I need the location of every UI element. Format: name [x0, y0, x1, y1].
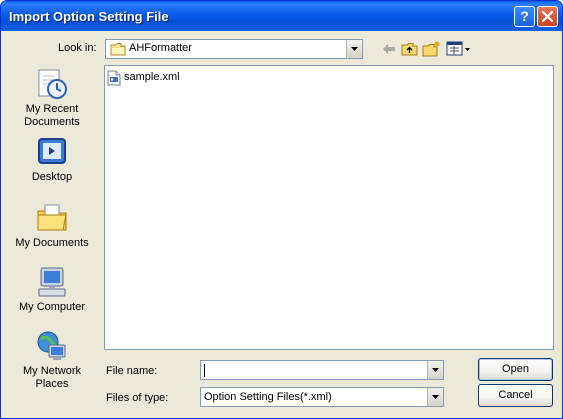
files-of-type-dropdown-button[interactable] [427, 388, 443, 406]
file-name-input[interactable] [203, 362, 423, 378]
text-caret [204, 364, 205, 377]
place-label: My Recent Documents [24, 103, 80, 128]
views-menu-button[interactable] [446, 39, 472, 59]
dialog-title: Import Option Setting File [9, 9, 169, 24]
back-arrow-icon [383, 44, 395, 54]
place-my-documents[interactable]: My Documents [5, 201, 99, 250]
look-in-dropdown[interactable]: AHFormatter [105, 39, 363, 59]
open-button[interactable]: Open [478, 358, 553, 381]
title-bar[interactable]: Import Option Setting File ? [1, 1, 562, 31]
place-my-network-places[interactable]: My Network Places [5, 329, 99, 391]
file-name-dropdown-button[interactable] [427, 361, 443, 379]
files-of-type-dropdown[interactable]: Option Setting Files(*.xml) [200, 387, 444, 407]
recent-documents-icon [38, 69, 67, 99]
files-of-type-label: Files of type: [106, 392, 169, 404]
look-in-value: AHFormatter [129, 42, 192, 54]
folder-icon [110, 43, 126, 56]
new-folder-icon [422, 41, 440, 57]
places-bar: My Recent Documents Desktop My Documents… [5, 63, 99, 391]
views-menu-icon [446, 41, 470, 56]
help-button[interactable]: ? [514, 6, 535, 27]
place-label: Desktop [31, 171, 73, 183]
new-folder-button[interactable] [422, 39, 442, 59]
place-my-recent-documents[interactable]: My Recent Documents [5, 67, 99, 129]
up-folder-icon [401, 43, 418, 56]
chevron-down-icon [432, 395, 439, 399]
my-computer-icon [38, 267, 66, 297]
network-places-icon [37, 331, 66, 360]
file-name: sample.xml [124, 71, 180, 83]
place-label: My Network Places [22, 365, 82, 390]
place-my-computer[interactable]: My Computer [5, 265, 99, 314]
back-button[interactable] [379, 39, 399, 59]
import-dialog: Import Option Setting File ? Look in: AH… [0, 0, 563, 419]
place-label: My Documents [15, 237, 89, 249]
look-in-label: Look in: [58, 42, 97, 54]
chevron-down-icon [351, 47, 358, 51]
cancel-button[interactable]: Cancel [478, 384, 553, 407]
close-button[interactable] [537, 6, 558, 27]
look-in-dropdown-button[interactable] [346, 40, 362, 58]
place-desktop[interactable]: Desktop [5, 135, 99, 184]
xml-file-icon [107, 70, 121, 86]
desktop-icon [38, 138, 66, 164]
files-of-type-value: Option Setting Files(*.xml) [204, 391, 332, 403]
up-folder-button[interactable] [400, 39, 420, 59]
close-icon [542, 11, 553, 22]
my-documents-icon [37, 204, 67, 231]
file-name-label: File name: [106, 365, 158, 377]
file-name-field[interactable] [200, 360, 444, 380]
chevron-down-icon [432, 368, 439, 372]
file-list[interactable]: sample.xml [104, 65, 554, 350]
place-label: My Computer [18, 301, 86, 313]
